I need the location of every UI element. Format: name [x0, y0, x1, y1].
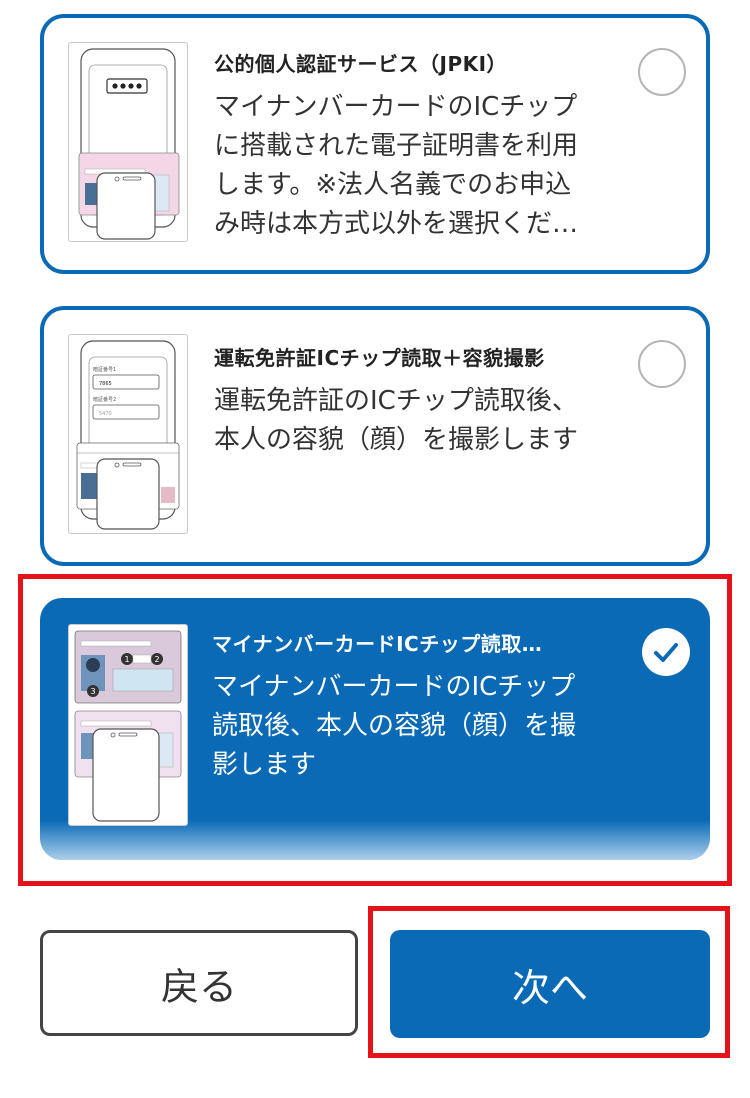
drivers-license-phone-illustration: 暗証番号1 7865 暗証番号2 5470 — [68, 334, 188, 534]
option-description: マイナンバーカードのICチップ 読取後、本人の容貌（顔）を撮 影します — [212, 672, 577, 780]
svg-text:2: 2 — [155, 655, 160, 664]
mynumber-card-ic-read-illustration: 1 2 3 — [68, 624, 188, 826]
svg-text:7865: 7865 — [99, 381, 112, 387]
check-icon — [654, 643, 678, 662]
svg-text:3: 3 — [91, 687, 96, 696]
option-title: 公的個人認証サービス（JPKI） — [214, 52, 508, 76]
option-title: マイナンバーカードICチップ読取… — [212, 632, 543, 656]
option-title: 運転免許証ICチップ読取＋容貌撮影 — [214, 346, 545, 370]
svg-text:5470: 5470 — [99, 411, 112, 417]
back-button[interactable]: 戻る — [40, 930, 358, 1036]
next-button[interactable]: 次へ — [390, 930, 710, 1038]
option-description: 運転免許証のICチップ読取後、 本人の容貌（顔）を撮影します — [214, 386, 579, 455]
radio-button-checked[interactable] — [642, 628, 690, 676]
radio-button-unchecked[interactable] — [638, 48, 686, 96]
svg-text:暗証番号1: 暗証番号1 — [93, 366, 116, 373]
option-card-jpki[interactable]: 公的個人認証サービス（JPKI） マイナンバーカードのICチップ に搭載された電… — [40, 14, 710, 274]
option-card-drivers-license[interactable]: 暗証番号1 7865 暗証番号2 5470 運転免許証ICチップ読取＋容貌撮影 … — [40, 306, 710, 566]
svg-text:暗証番号2: 暗証番号2 — [93, 396, 116, 403]
option-description: マイナンバーカードのICチップ に搭載された電子証明書を利用 します。※法人名義… — [214, 92, 579, 239]
mynumber-card-phone-illustration — [68, 42, 188, 242]
radio-button-unchecked[interactable] — [638, 340, 686, 388]
svg-text:1: 1 — [125, 655, 130, 664]
option-card-mynumber-ic[interactable]: 1 2 3 マイナンバーカードICチップ読取… マイナンバーカードのICチップ … — [40, 598, 710, 860]
